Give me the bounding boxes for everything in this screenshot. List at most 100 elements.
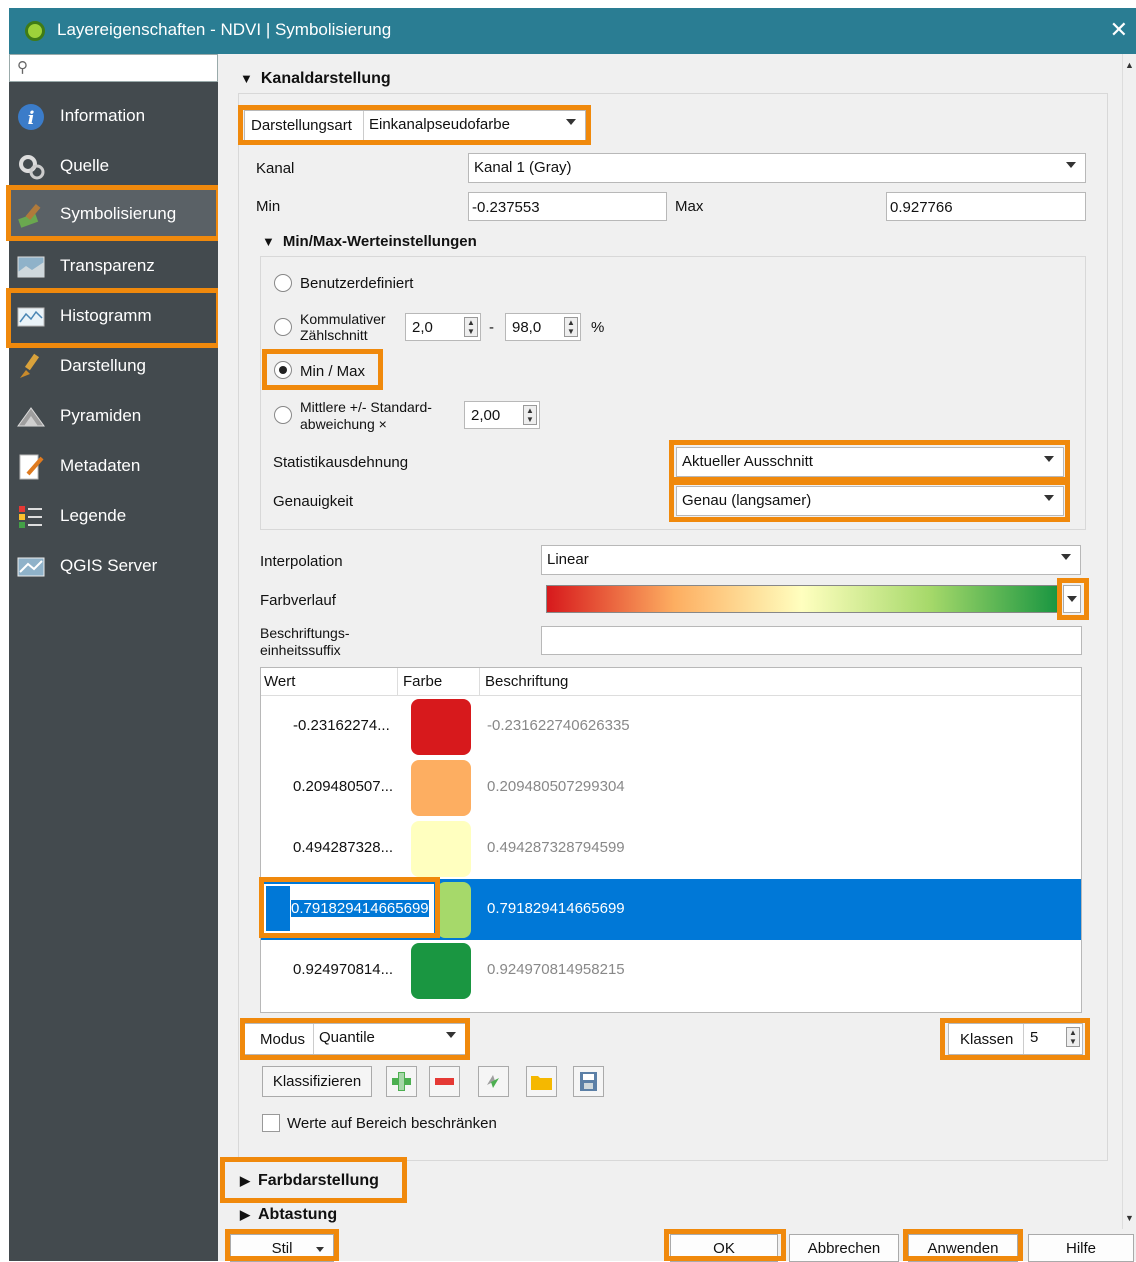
section-kanaldarstellung-header[interactable]: ▼ Kanaldarstellung (240, 70, 391, 88)
kumulativ-to-spinbox[interactable]: 98,0 ▲ ▼ (505, 313, 581, 341)
mittlere-spinbox[interactable]: 2,00 ▲ ▼ (464, 401, 540, 429)
klassen-spinbox[interactable]: 5 ▲ ▼ (1023, 1024, 1082, 1054)
table-row-selected[interactable]: 0.791829414665699 0.791829414665699 (261, 879, 1081, 940)
color-ramp-button[interactable] (546, 585, 1058, 613)
min-input[interactable]: -0.237553 (468, 192, 667, 221)
column-header-wert[interactable]: Wert (264, 673, 295, 690)
color-ramp-dropdown[interactable] (1063, 585, 1081, 613)
darstellungsart-select[interactable]: Einkanalpseudofarbe (363, 111, 585, 141)
expand-triangle-icon: ▶ (240, 1173, 250, 1188)
sidebar-item-histogramm[interactable]: Histogramm (9, 292, 218, 342)
sidebar-search-input[interactable]: ⚲ (9, 54, 218, 82)
column-header-beschriftung[interactable]: Beschriftung (485, 673, 568, 690)
spin-updown-icon[interactable]: ▲ ▼ (523, 405, 537, 425)
paintbrush-icon (18, 203, 41, 228)
load-colormap-button[interactable] (526, 1066, 557, 1097)
sidebar-item-pyramiden[interactable]: Pyramiden (9, 392, 218, 442)
spin-updown-icon[interactable]: ▲ ▼ (464, 317, 478, 337)
stil-menu-button[interactable]: Stil (230, 1234, 334, 1262)
sidebar-item-transparenz[interactable]: Transparenz (9, 242, 218, 292)
scroll-down-icon[interactable]: ▼ (1125, 1213, 1135, 1223)
close-icon[interactable]: ✕ (1110, 17, 1128, 43)
table-header: Wert Farbe Beschriftung (261, 668, 1081, 696)
table-row[interactable]: -0.23162274... -0.231622740626335 (261, 696, 1081, 757)
table-row[interactable]: 0.209480507... 0.209480507299304 (261, 757, 1081, 818)
spin-updown-icon[interactable]: ▲ ▼ (564, 317, 578, 337)
spin-updown-icon[interactable]: ▲ ▼ (1066, 1027, 1080, 1047)
chevron-down-icon (1044, 495, 1054, 501)
color-swatch[interactable] (411, 943, 471, 999)
suffix-label: Beschriftungs-einheitssuffix (260, 625, 350, 658)
vertical-scrollbar[interactable]: ▲ ▼ (1122, 54, 1136, 1229)
color-table: Wert Farbe Beschriftung -0.23162274... -… (260, 667, 1082, 1013)
transparency-icon (17, 256, 45, 278)
table-row[interactable]: 0.924970814... 0.924970814958215 (261, 940, 1081, 1001)
folder-icon (531, 1076, 552, 1090)
brush-icon (20, 353, 40, 378)
anwenden-button[interactable]: Anwenden (908, 1234, 1018, 1262)
klassifizieren-button[interactable]: Klassifizieren (262, 1066, 372, 1097)
sidebar: ⚲ i Information Quelle Symbolisierung Tr… (9, 54, 218, 1261)
hilfe-button[interactable]: Hilfe (1028, 1234, 1134, 1262)
section-abtastung-header[interactable]: ▶ Abtastung (240, 1206, 337, 1224)
chevron-down-icon (566, 119, 576, 125)
reverse-colors-button[interactable] (478, 1066, 509, 1097)
sidebar-item-symbolisierung[interactable]: Symbolisierung (9, 190, 218, 240)
sidebar-item-information[interactable]: i Information (9, 92, 218, 142)
window-title: Layereigenschaften - NDVI | Symbolisieru… (57, 20, 392, 39)
genauigkeit-select[interactable]: Genau (langsamer) (676, 486, 1064, 516)
save-icon (580, 1072, 597, 1091)
sidebar-item-qgis-server[interactable]: QGIS Server (9, 542, 218, 592)
kanal-select[interactable]: Kanal 1 (Gray) (468, 153, 1086, 183)
interpolation-label: Interpolation (260, 553, 343, 570)
abbrechen-button[interactable]: Abbrechen (789, 1234, 899, 1262)
sidebar-item-metadaten[interactable]: Metadaten (9, 442, 218, 492)
sidebar-item-legende[interactable]: Legende (9, 492, 218, 542)
kanal-label: Kanal (256, 160, 295, 177)
add-value-button[interactable] (386, 1066, 417, 1097)
chevron-down-icon (1044, 456, 1054, 462)
export-colormap-button[interactable] (573, 1066, 604, 1097)
farbverlauf-label: Farbverlauf (260, 592, 336, 609)
radio-benutzerdefiniert[interactable] (274, 274, 292, 292)
color-swatch[interactable] (437, 882, 471, 938)
title-bar: Layereigenschaften - NDVI | Symbolisieru… (9, 8, 1136, 54)
radio-min-max[interactable] (274, 361, 292, 379)
radio-kumulativ[interactable] (274, 318, 292, 336)
radio-mittlere[interactable] (274, 406, 292, 424)
color-swatch[interactable] (411, 821, 471, 877)
section-farbdarstellung-header[interactable]: ▶ Farbdarstellung (240, 1172, 379, 1190)
statistik-label: Statistikausdehnung (273, 454, 409, 471)
table-row[interactable]: 0.494287328... 0.494287328794599 (261, 818, 1081, 879)
collapse-triangle-icon: ▼ (262, 234, 275, 249)
ok-button[interactable]: OK (670, 1234, 778, 1262)
darstellungsart-row: Darstellungsart Einkanalpseudofarbe (244, 110, 586, 142)
werte-beschraenken-checkbox[interactable] (262, 1114, 280, 1132)
qgis-logo-icon (25, 21, 45, 41)
scroll-up-icon[interactable]: ▲ (1125, 60, 1135, 70)
pyramid-icon (17, 407, 45, 427)
sidebar-item-darstellung[interactable]: Darstellung (9, 342, 218, 392)
column-header-farbe[interactable]: Farbe (403, 673, 442, 690)
modus-select[interactable]: Quantile (313, 1024, 465, 1054)
section-minmax-header[interactable]: ▼ Min/Max-Werteinstellungen (262, 233, 477, 250)
statistik-select[interactable]: Aktueller Ausschnitt (676, 447, 1064, 477)
color-swatch[interactable] (411, 699, 471, 755)
klassen-row: Klassen 5 ▲ ▼ (948, 1023, 1083, 1055)
server-icon (17, 557, 45, 577)
sidebar-item-quelle[interactable]: Quelle (9, 142, 218, 192)
plus-icon (392, 1072, 411, 1091)
chevron-down-icon (446, 1032, 456, 1038)
min-label: Min (256, 198, 281, 215)
interpolation-select[interactable]: Linear (541, 545, 1081, 575)
max-label: Max (675, 198, 704, 215)
max-input[interactable]: 0.927766 (886, 192, 1086, 221)
chevron-down-icon (316, 1247, 324, 1252)
metadata-icon (19, 454, 44, 480)
collapse-triangle-icon: ▼ (240, 71, 253, 86)
expand-triangle-icon: ▶ (240, 1207, 250, 1222)
remove-value-button[interactable] (429, 1066, 460, 1097)
color-swatch[interactable] (411, 760, 471, 816)
kumulativ-from-spinbox[interactable]: 2,0 ▲ ▼ (405, 313, 481, 341)
suffix-input[interactable] (541, 626, 1082, 655)
